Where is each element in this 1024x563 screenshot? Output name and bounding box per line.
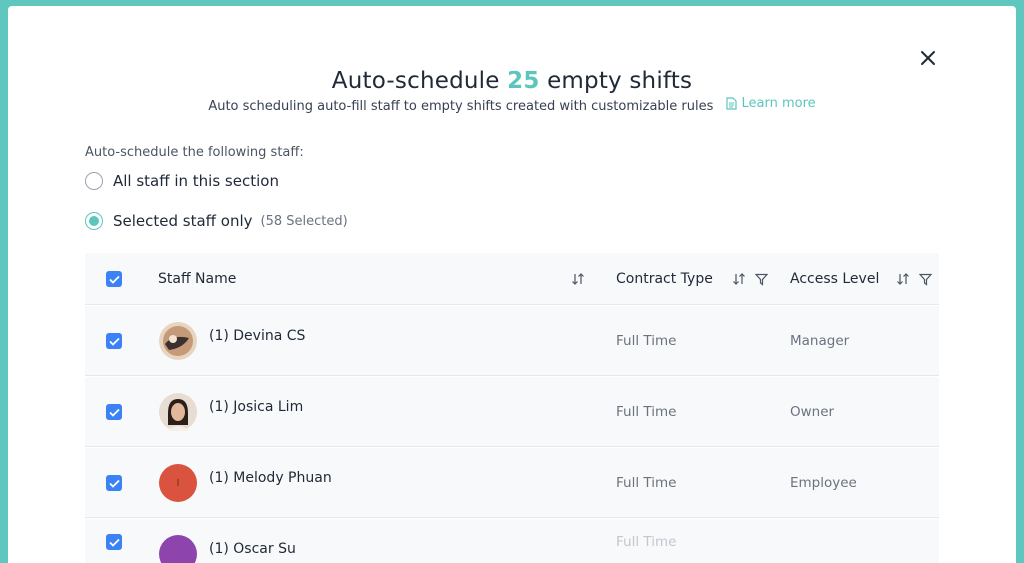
title-prefix: Auto-schedule (331, 68, 500, 94)
column-contract-type[interactable]: Contract Type (616, 253, 713, 305)
learn-more-link[interactable]: Learn more (725, 96, 816, 111)
empty-shift-count: 25 (507, 68, 540, 94)
row-checkbox[interactable] (106, 534, 122, 550)
sort-icon[interactable] (732, 272, 746, 286)
staff-scope-label: Auto-schedule the following staff: (85, 145, 304, 160)
selected-count: (58 Selected) (260, 213, 348, 229)
filter-icon[interactable] (919, 273, 932, 286)
contract-type: Full Time (616, 404, 677, 420)
table-row[interactable]: (1) Devina CS Full Time Manager (85, 306, 939, 376)
radio-selected-staff-label: Selected staff only (113, 212, 253, 230)
check-icon (108, 538, 120, 547)
avatar (159, 322, 197, 360)
sort-icon[interactable] (896, 272, 910, 286)
staff-name: (1) Josica Lim (209, 399, 304, 415)
filter-icon[interactable] (755, 273, 768, 286)
radio-selected-staff-circle[interactable] (85, 212, 103, 230)
radio-selected-staff[interactable]: Selected staff only (58 Selected) (85, 212, 348, 230)
avatar (159, 535, 197, 563)
close-icon (921, 51, 935, 65)
table-header: Staff Name Contract Type Access Level (85, 253, 939, 305)
table-row[interactable]: (1) Oscar Su Full Time (85, 519, 939, 563)
table-row[interactable]: (1) Josica Lim Full Time Owner (85, 377, 939, 447)
row-checkbox[interactable] (106, 333, 122, 349)
subtitle-text: Auto scheduling auto-fill staff to empty… (208, 99, 714, 114)
column-staff-name[interactable]: Staff Name (158, 253, 236, 305)
contract-type: Full Time (616, 534, 677, 550)
contract-type: Full Time (616, 333, 677, 349)
staff-table: Staff Name Contract Type Access Level (1… (85, 253, 939, 563)
staff-name: (1) Devina CS (209, 328, 306, 344)
select-all-checkbox[interactable] (106, 271, 122, 287)
avatar: I (159, 464, 197, 502)
radio-all-staff-label: All staff in this section (113, 172, 279, 190)
sort-icon[interactable] (571, 272, 585, 286)
check-icon (108, 479, 120, 488)
avatar-initial: I (176, 477, 180, 489)
learn-more-label: Learn more (741, 96, 816, 111)
radio-all-staff[interactable]: All staff in this section (85, 172, 279, 190)
table-row[interactable]: I (1) Melody Phuan Full Time Employee (85, 448, 939, 518)
title-suffix: empty shifts (547, 68, 693, 94)
auto-schedule-dialog: Auto-schedule 25 empty shifts Auto sched… (8, 6, 1016, 563)
row-checkbox[interactable] (106, 475, 122, 491)
dialog-subtitle: Auto scheduling auto-fill staff to empty… (8, 96, 1016, 114)
staff-name: (1) Melody Phuan (209, 470, 332, 486)
staff-name: (1) Oscar Su (209, 541, 296, 557)
access-level: Employee (790, 475, 857, 491)
access-level: Owner (790, 404, 835, 420)
check-icon (108, 275, 120, 284)
check-icon (108, 337, 120, 346)
avatar (159, 393, 197, 431)
check-icon (108, 408, 120, 417)
row-checkbox[interactable] (106, 404, 122, 420)
dialog-title: Auto-schedule 25 empty shifts (8, 68, 1016, 94)
radio-all-staff-circle[interactable] (85, 172, 103, 190)
access-level: Manager (790, 333, 850, 349)
document-icon (725, 97, 737, 110)
column-access-level[interactable]: Access Level (790, 253, 879, 305)
